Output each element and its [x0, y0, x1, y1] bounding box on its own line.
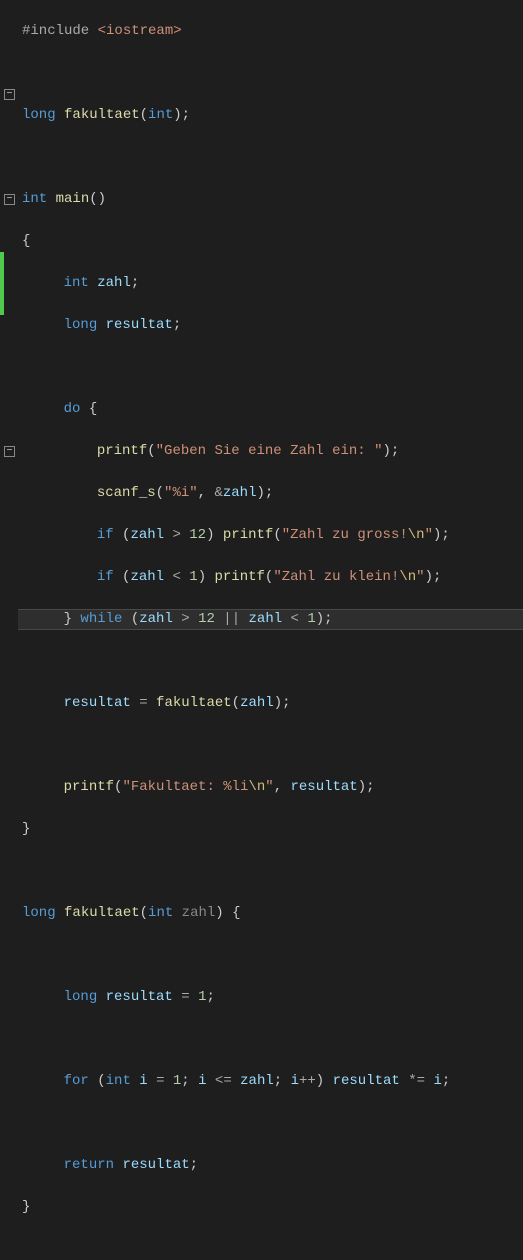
- code-line: scanf_s("%i", &zahl);: [18, 483, 523, 504]
- code-line: resultat = fakultaet(zahl);: [18, 693, 523, 714]
- keyword: while: [80, 611, 122, 627]
- code-line: }: [18, 819, 523, 840]
- variable: i: [139, 1073, 147, 1089]
- escape-char: \n: [408, 527, 425, 543]
- function-call: fakultaet: [156, 695, 232, 711]
- code-line: [18, 651, 523, 672]
- code-line: #include <iostream>: [18, 21, 523, 42]
- code-line: long resultat;: [18, 315, 523, 336]
- code-line: long fakultaet(int zahl) {: [18, 903, 523, 924]
- number-literal: 1: [307, 611, 315, 627]
- code-line: [18, 861, 523, 882]
- string-literal: "Fakultaet: %li: [122, 779, 248, 795]
- fold-marker[interactable]: −: [4, 89, 15, 100]
- keyword: for: [64, 1073, 89, 1089]
- variable: zahl: [249, 611, 283, 627]
- code-area[interactable]: #include <iostream> long fakultaet(int);…: [18, 0, 523, 634]
- code-line: printf("Fakultaet: %li\n", resultat);: [18, 777, 523, 798]
- keyword: if: [97, 527, 114, 543]
- variable: zahl: [240, 695, 274, 711]
- code-line: int zahl;: [18, 273, 523, 294]
- variable: zahl: [223, 485, 257, 501]
- function-call: printf: [223, 527, 273, 543]
- code-line: int main(): [18, 189, 523, 210]
- keyword: return: [64, 1157, 114, 1173]
- function-call: scanf_s: [97, 485, 156, 501]
- fold-marker[interactable]: −: [4, 194, 15, 205]
- code-line: [18, 735, 523, 756]
- code-line: long fakultaet(int);: [18, 105, 523, 126]
- keyword: if: [97, 569, 114, 585]
- number-literal: 12: [189, 527, 206, 543]
- variable: resultat: [106, 989, 173, 1005]
- code-line: {: [18, 231, 523, 252]
- number-literal: 12: [198, 611, 215, 627]
- function-call: printf: [64, 779, 114, 795]
- variable: zahl: [130, 569, 164, 585]
- variable: i: [291, 1073, 299, 1089]
- string-literal: "Zahl zu gross!: [282, 527, 408, 543]
- string-literal: "Geben Sie eine Zahl ein: ": [156, 443, 383, 459]
- code-line: [18, 63, 523, 84]
- code-line: if (zahl < 1) printf("Zahl zu klein!\n")…: [18, 567, 523, 588]
- code-line: if (zahl > 12) printf("Zahl zu gross!\n"…: [18, 525, 523, 546]
- type-keyword: int: [106, 1073, 131, 1089]
- variable: zahl: [130, 527, 164, 543]
- escape-char: \n: [248, 779, 265, 795]
- type-keyword: int: [148, 905, 173, 921]
- keyword: do: [64, 401, 81, 417]
- variable: resultat: [64, 695, 131, 711]
- variable: resultat: [106, 317, 173, 333]
- parameter: zahl: [182, 905, 216, 921]
- escape-char: \n: [399, 569, 416, 585]
- number-literal: 1: [198, 989, 206, 1005]
- preprocessor: #include: [22, 23, 89, 39]
- change-indicator: [0, 252, 4, 315]
- code-line: [18, 1029, 523, 1050]
- number-literal: 1: [173, 1073, 181, 1089]
- code-line: [18, 357, 523, 378]
- type-keyword: long: [22, 905, 56, 921]
- variable: zahl: [240, 1073, 274, 1089]
- variable: zahl: [97, 275, 131, 291]
- type-keyword: int: [64, 275, 89, 291]
- type-keyword: long: [22, 107, 56, 123]
- code-line: [18, 1113, 523, 1134]
- code-line-active: } while (zahl > 12 || zahl < 1);: [18, 609, 523, 630]
- type-keyword: int: [22, 191, 47, 207]
- variable: zahl: [139, 611, 173, 627]
- number-literal: 1: [189, 569, 197, 585]
- variable: resultat: [122, 1157, 189, 1173]
- variable: i: [198, 1073, 206, 1089]
- function-name: fakultaet: [64, 107, 140, 123]
- function-call: printf: [215, 569, 265, 585]
- include-header: <iostream>: [98, 23, 182, 39]
- variable: resultat: [333, 1073, 400, 1089]
- code-line: printf("Geben Sie eine Zahl ein: ");: [18, 441, 523, 462]
- function-call: printf: [97, 443, 147, 459]
- type-keyword: long: [64, 317, 98, 333]
- code-editor[interactable]: − − − #include <iostream> long fakultaet…: [0, 0, 523, 634]
- code-line: for (int i = 1; i <= zahl; i++) resultat…: [18, 1071, 523, 1092]
- type-keyword: long: [64, 989, 98, 1005]
- code-line: long resultat = 1;: [18, 987, 523, 1008]
- fold-marker[interactable]: −: [4, 446, 15, 457]
- code-line: [18, 147, 523, 168]
- string-literal: "%i": [164, 485, 198, 501]
- editor-gutter: − − −: [0, 0, 18, 634]
- string-literal: "Zahl zu klein!: [273, 569, 399, 585]
- code-line: do {: [18, 399, 523, 420]
- code-line: return resultat;: [18, 1155, 523, 1176]
- type-keyword: int: [148, 107, 173, 123]
- variable: i: [433, 1073, 441, 1089]
- code-line: [18, 945, 523, 966]
- function-name: fakultaet: [64, 905, 140, 921]
- code-line: }: [18, 1197, 523, 1218]
- variable: resultat: [291, 779, 358, 795]
- function-name: main: [56, 191, 90, 207]
